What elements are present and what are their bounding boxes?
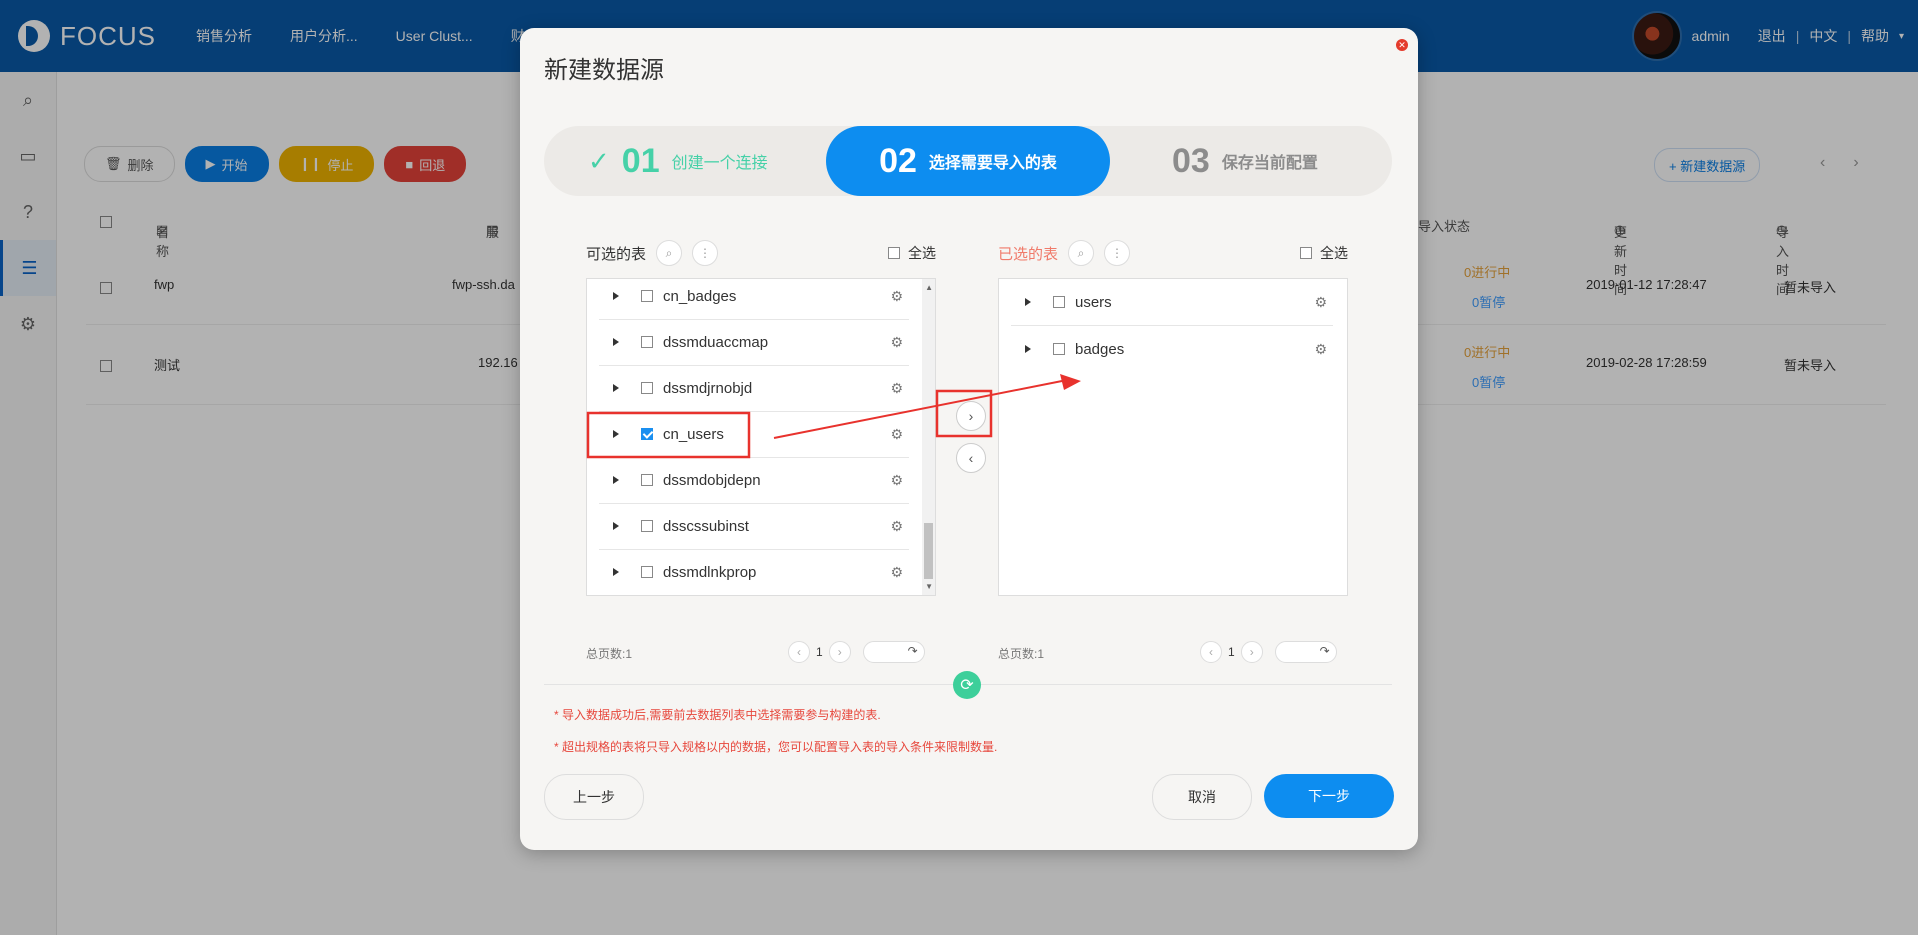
annotation-arrow-head — [1060, 374, 1081, 390]
annotation-overlay — [586, 374, 1081, 459]
annotation-arrow-line — [773, 380, 1063, 439]
highlight-box-move-button — [935, 389, 993, 438]
highlight-box-source — [586, 411, 751, 459]
